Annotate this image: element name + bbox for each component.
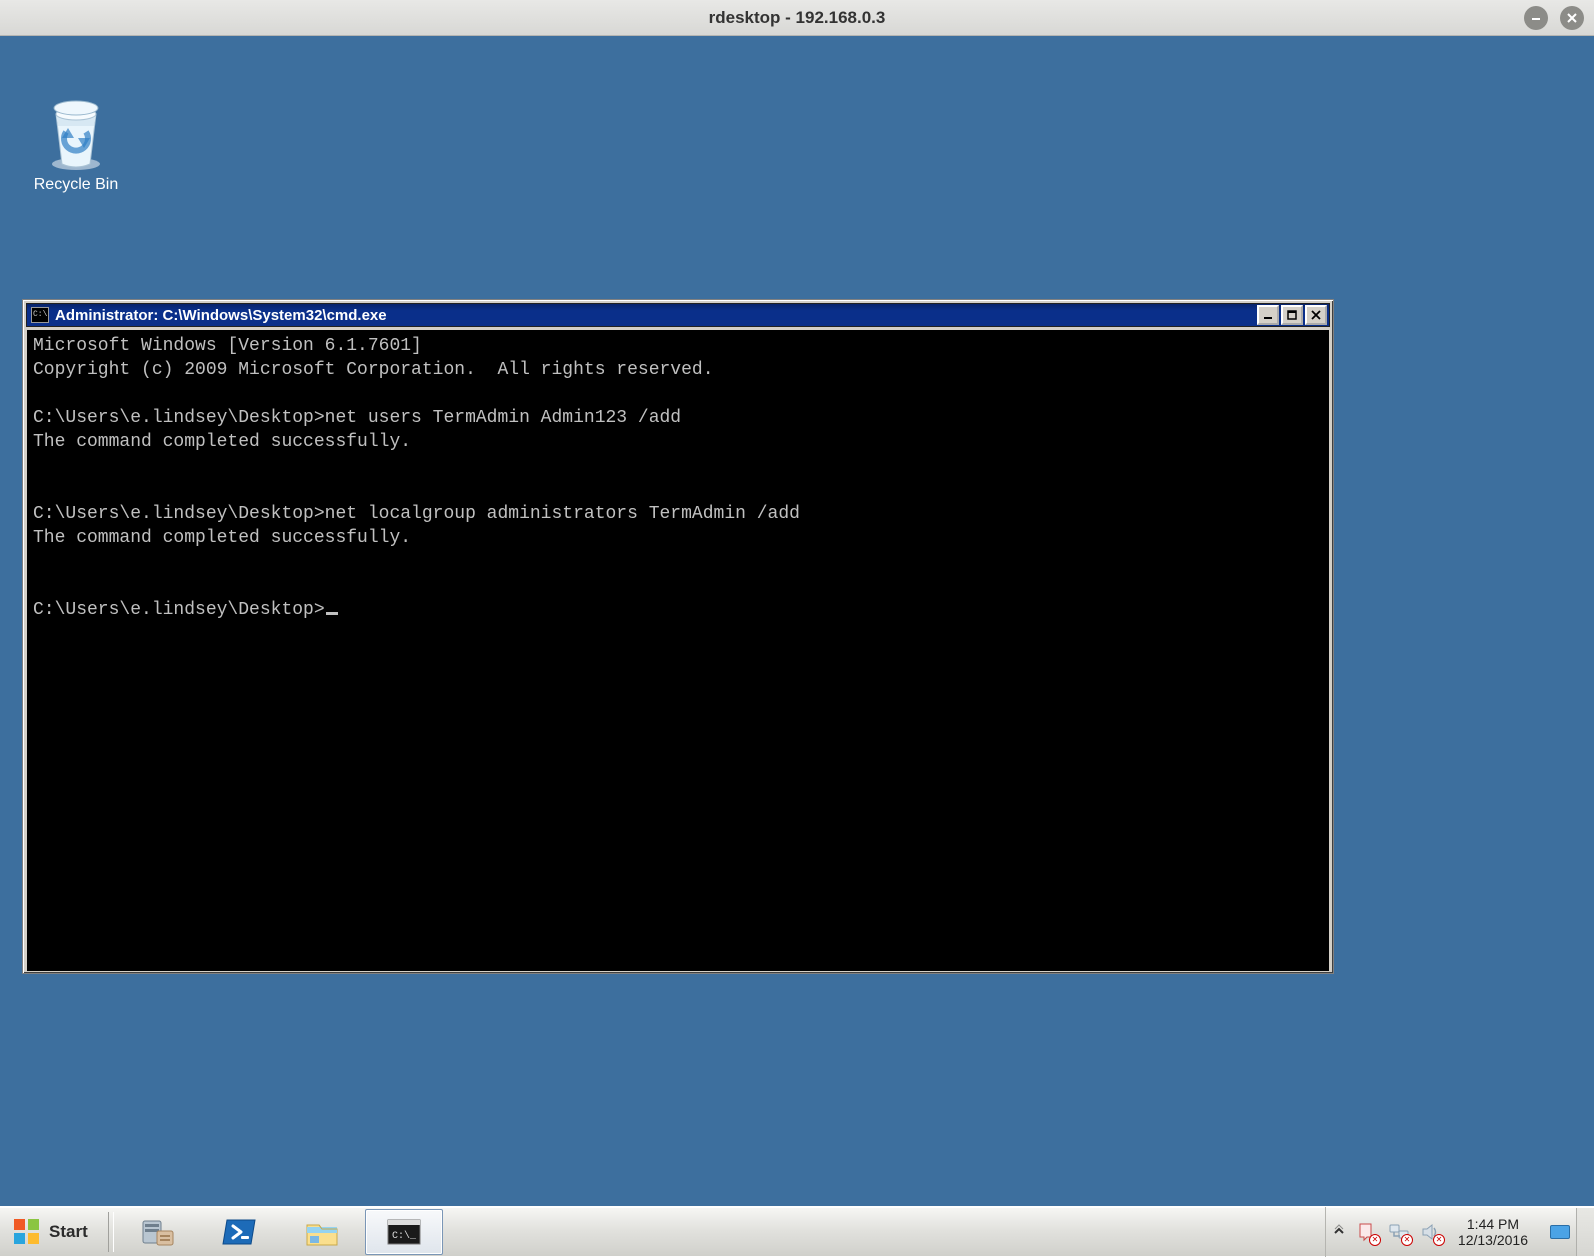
tray-clock[interactable]: 1:44 PM 12/13/2016 [1452,1216,1534,1248]
cmd-output: Microsoft Windows [Version 6.1.7601] Cop… [33,334,1323,622]
taskbar-item-explorer[interactable] [283,1209,361,1255]
tray-show-hidden-icons[interactable] [1332,1224,1346,1241]
remote-desktop-area: Recycle Bin C:\ Administrator: C:\Window… [0,36,1594,1256]
windows-desktop[interactable]: Recycle Bin C:\ Administrator: C:\Window… [0,36,1594,1211]
recycle-bin-label: Recycle Bin [18,176,134,194]
tray-network-icon[interactable] [1388,1221,1410,1243]
tray-date: 12/13/2016 [1458,1232,1528,1248]
start-label: Start [49,1222,88,1242]
windows-taskbar: Start [0,1206,1594,1256]
taskbar-item-server-manager[interactable] [119,1209,197,1255]
host-titlebar: rdesktop - 192.168.0.3 [0,0,1594,36]
recycle-bin-glyph [42,92,110,172]
svg-text:C:\_: C:\_ [392,1230,417,1242]
cmd-close-button[interactable] [1305,305,1327,325]
explorer-icon [303,1215,341,1249]
cmd-title: Administrator: C:\Windows\System32\cmd.e… [55,307,1249,324]
system-tray: 1:44 PM 12/13/2016 [1325,1207,1576,1257]
recycle-bin-icon[interactable]: Recycle Bin [18,92,134,194]
cmd-terminal-body[interactable]: Microsoft Windows [Version 6.1.7601] Cop… [27,330,1329,971]
taskbar-item-powershell[interactable] [201,1209,279,1255]
cmd-app-icon: C:\ [31,307,49,323]
cmd-titlebar[interactable]: C:\ Administrator: C:\Windows\System32\c… [26,303,1330,327]
cmd-window[interactable]: C:\ Administrator: C:\Windows\System32\c… [22,299,1334,974]
show-desktop-button[interactable] [1576,1208,1594,1256]
host-title: rdesktop - 192.168.0.3 [0,8,1594,28]
tray-action-center-icon[interactable] [1356,1221,1378,1243]
cmd-icon: C:\_ [385,1215,423,1249]
windows-orb-icon [11,1216,43,1248]
server-manager-icon [139,1215,177,1249]
host-minimize-button[interactable] [1524,6,1548,30]
tray-volume-icon[interactable] [1420,1221,1442,1243]
taskbar-item-cmd[interactable]: C:\_ [365,1209,443,1255]
cmd-window-controls [1255,305,1327,325]
cmd-minimize-button[interactable] [1257,305,1279,325]
taskbar-divider [108,1212,114,1252]
start-button[interactable]: Start [4,1210,101,1254]
tray-desktop-peek-icon [1550,1225,1570,1239]
powershell-icon [221,1215,259,1249]
tray-time: 1:44 PM [1458,1216,1528,1232]
cmd-maximize-button[interactable] [1281,305,1303,325]
host-window-controls [1524,6,1584,30]
host-close-button[interactable] [1560,6,1584,30]
